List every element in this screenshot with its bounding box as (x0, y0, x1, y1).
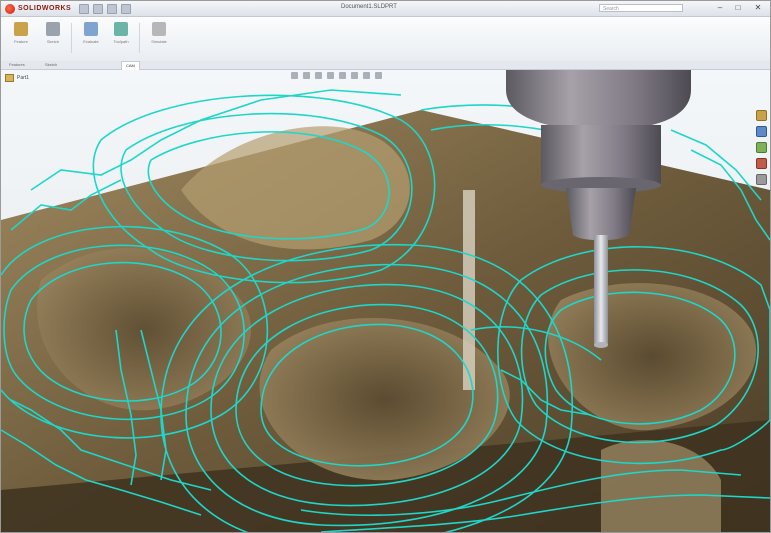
close-button[interactable]: ✕ (751, 3, 765, 13)
task-pane (756, 110, 768, 185)
spindle-collar (541, 125, 661, 185)
ribbon-separator (139, 23, 140, 53)
new-file-icon[interactable] (79, 4, 89, 14)
toolpath-scene[interactable] (1, 70, 770, 532)
graphics-viewport[interactable]: Part1 (1, 70, 770, 532)
tab-features[interactable]: Features (5, 61, 29, 69)
command-tabs: Features Sketch CAM (1, 61, 770, 70)
ribbon-button-feature[interactable]: Feature (9, 20, 33, 54)
tool-holder (566, 188, 636, 241)
appearance-icon[interactable] (363, 71, 370, 79)
undo-icon[interactable] (121, 4, 131, 14)
zoom-area-icon[interactable] (303, 71, 310, 79)
ribbon-button-evaluate[interactable]: Evaluate (79, 20, 103, 54)
application-window: SOLIDWORKS Document1.SLDPRT Search – □ ✕… (0, 0, 771, 533)
design-library-icon[interactable] (756, 126, 767, 137)
minimize-button[interactable]: – (713, 3, 727, 13)
simulate-icon (152, 22, 166, 36)
custom-properties-icon[interactable] (756, 174, 767, 185)
display-style-icon[interactable] (339, 71, 346, 79)
file-explorer-icon[interactable] (756, 142, 767, 153)
ribbon-button-simulate[interactable]: Simulate (147, 20, 171, 54)
resources-icon[interactable] (756, 110, 767, 121)
app-logo[interactable]: SOLIDWORKS (5, 3, 71, 14)
end-mill-tool (594, 235, 608, 345)
toolpath-icon (114, 22, 128, 36)
part-icon (5, 74, 14, 82)
maximize-button[interactable]: □ (731, 3, 745, 13)
search-input[interactable]: Search (599, 4, 683, 12)
extrude-icon (14, 22, 28, 36)
tab-cam[interactable]: CAM (121, 61, 140, 70)
heads-up-view-toolbar (291, 70, 382, 80)
open-file-icon[interactable] (93, 4, 103, 14)
evaluate-icon (84, 22, 98, 36)
tab-sketch[interactable]: Sketch (41, 61, 61, 69)
ribbon-separator (71, 23, 72, 53)
section-view-icon[interactable] (315, 71, 322, 79)
logo-text: SOLIDWORKS (18, 5, 72, 12)
save-icon[interactable] (107, 4, 117, 14)
sketch-icon (46, 22, 60, 36)
ribbon-button-toolpath[interactable]: Toolpath (109, 20, 133, 54)
zoom-fit-icon[interactable] (291, 71, 298, 79)
tool-tip (594, 342, 608, 348)
logo-icon (5, 3, 15, 14)
appearances-icon[interactable] (756, 158, 767, 169)
scene-icon[interactable] (375, 71, 382, 79)
feature-tree-root[interactable]: Part1 (5, 74, 29, 82)
ribbon-button-sketch[interactable]: Sketch (41, 20, 65, 54)
center-post (463, 190, 475, 390)
view-orientation-icon[interactable] (327, 71, 334, 79)
hide-show-icon[interactable] (351, 71, 358, 79)
document-title: Document1.SLDPRT (341, 4, 397, 10)
command-manager-ribbon: Feature Sketch Evaluate Toolpath Simulat… (1, 17, 770, 62)
title-bar: SOLIDWORKS Document1.SLDPRT Search – □ ✕ (1, 1, 770, 17)
